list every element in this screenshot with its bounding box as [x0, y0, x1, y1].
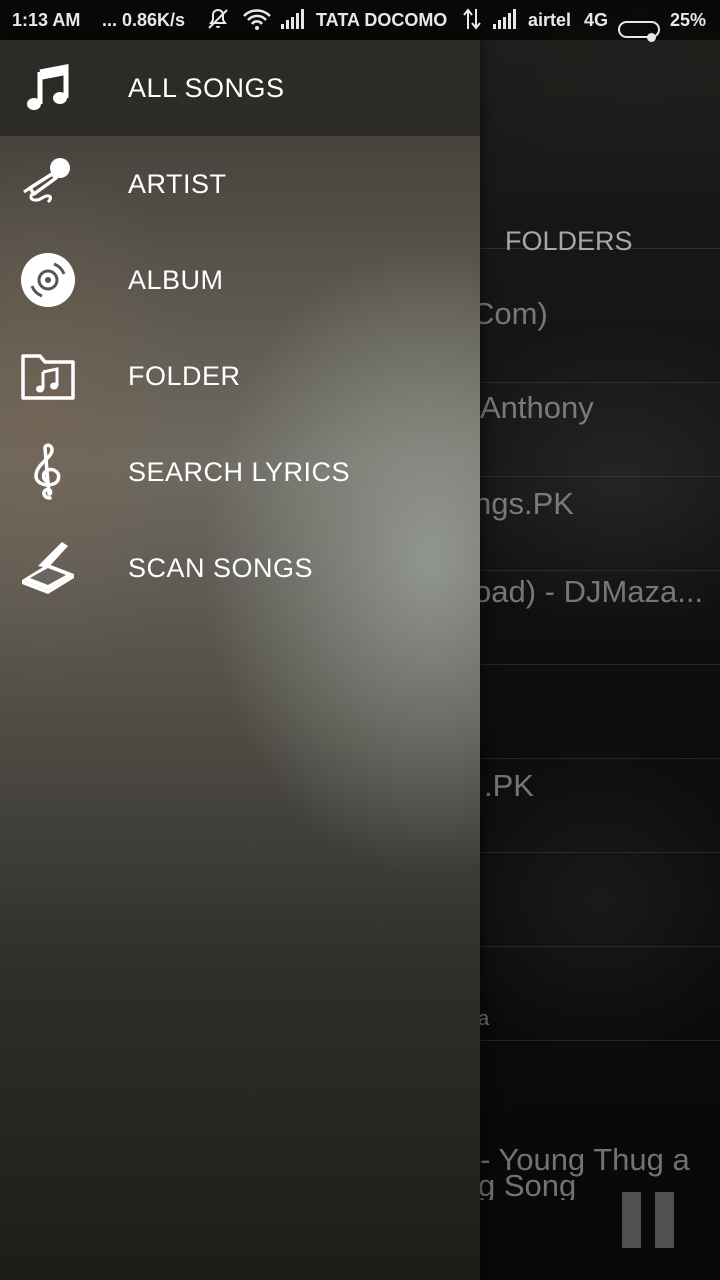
disc-icon — [18, 250, 78, 310]
song-title: oad) - DJMaza... — [474, 574, 704, 609]
status-network-type: 4G — [584, 10, 609, 30]
song-title: g Song — [478, 1168, 577, 1200]
muted-bell-icon — [206, 7, 230, 36]
drawer-item-search-lyrics[interactable]: SEARCH LYRICS — [0, 424, 480, 520]
drawer-item-album[interactable]: ALBUM — [0, 232, 480, 328]
drawer-item-label: ALL SONGS — [128, 73, 285, 103]
status-time: 1:13 AM — [12, 10, 81, 30]
scanner-icon — [18, 538, 78, 598]
song-title: .PK — [484, 768, 534, 803]
status-carrier-1: TATA DOCOMO — [316, 10, 448, 30]
song-title: Anthony — [480, 390, 594, 425]
pause-button[interactable] — [622, 1192, 674, 1248]
navigation-drawer: ALL SONGS ARTIST ALBUM FOLDER SEARCH LYR… — [0, 40, 480, 1280]
status-carrier-2: airtel — [528, 10, 572, 30]
microphone-icon — [18, 154, 78, 214]
drawer-item-folder[interactable]: FOLDER — [0, 328, 480, 424]
wifi-icon — [242, 7, 272, 36]
data-transfer-icon — [462, 7, 482, 36]
drawer-item-scan-songs[interactable]: SCAN SONGS — [0, 520, 480, 616]
song-title: ngs.PK — [474, 486, 574, 521]
drawer-item-all-songs[interactable]: ALL SONGS — [0, 40, 480, 136]
status-battery-percent: 25% — [670, 10, 707, 30]
status-network-speed: ... 0.86K/s — [102, 10, 186, 30]
treble-clef-icon — [18, 442, 78, 502]
screen: 1:13 AM ... 0.86K/s TATA DOCOMO airtel 4… — [0, 0, 720, 1280]
drawer-item-label: ALBUM — [128, 265, 224, 295]
status-bar: 1:13 AM ... 0.86K/s TATA DOCOMO airtel 4… — [0, 0, 720, 42]
drawer-item-label: ARTIST — [128, 169, 227, 199]
drawer-item-label: SEARCH LYRICS — [128, 457, 351, 487]
drawer-item-artist[interactable]: ARTIST — [0, 136, 480, 232]
song-title: Com) — [472, 296, 548, 331]
drawer-item-label: FOLDER — [128, 361, 241, 391]
signal-strength-icon — [280, 9, 306, 34]
drawer-item-label: SCAN SONGS — [128, 553, 314, 583]
music-folder-icon — [18, 346, 78, 406]
signal-strength-icon — [492, 9, 518, 34]
music-note-icon — [18, 58, 78, 118]
